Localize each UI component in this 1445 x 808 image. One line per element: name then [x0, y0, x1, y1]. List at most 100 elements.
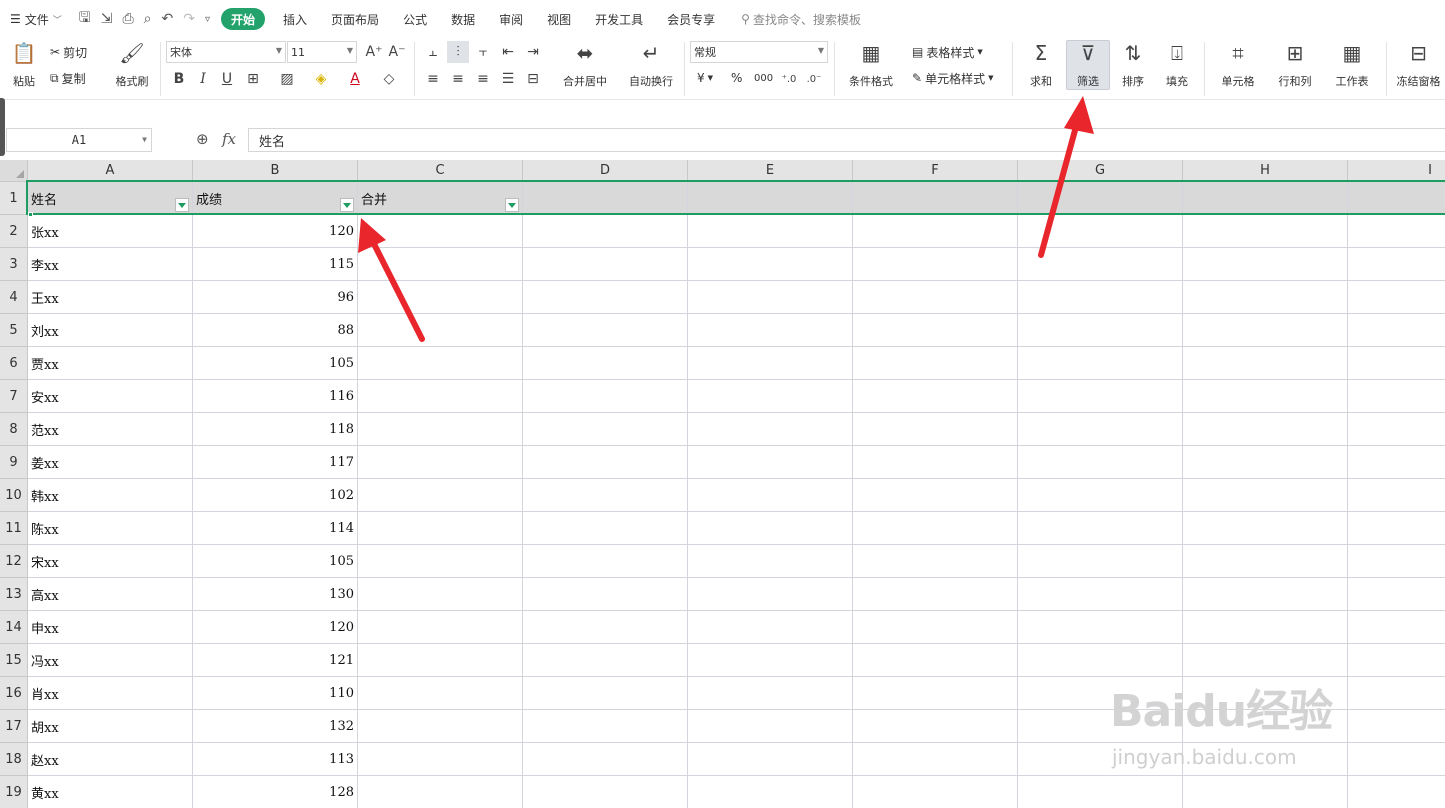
tab-6[interactable]: 视图 [535, 0, 583, 38]
tab-5[interactable]: 审阅 [487, 0, 535, 38]
header-cell[interactable] [1348, 182, 1445, 215]
table-cell[interactable] [1018, 578, 1183, 611]
table-cell[interactable] [1348, 644, 1445, 677]
tab-8[interactable]: 会员专享 [655, 0, 727, 38]
row-header[interactable]: 11 [0, 512, 28, 545]
bold-icon[interactable]: B [168, 68, 190, 90]
align-right-icon[interactable]: ≡ [472, 68, 494, 90]
table-cell[interactable]: 安xx [28, 380, 193, 413]
table-cell[interactable] [358, 611, 523, 644]
table-cell[interactable] [1183, 215, 1348, 248]
header-cell[interactable] [688, 182, 853, 215]
table-cell[interactable]: 肖xx [28, 677, 193, 710]
align-bottom-icon[interactable]: ⫟ [472, 41, 494, 63]
row-header[interactable]: 2 [0, 215, 28, 248]
copy-button[interactable]: ⧉ 复制 [50, 68, 86, 88]
font-name-select[interactable]: 宋体 ▼ [166, 41, 286, 63]
table-cell[interactable] [1018, 248, 1183, 281]
table-cell[interactable] [1018, 611, 1183, 644]
table-cell[interactable] [853, 380, 1018, 413]
table-cell[interactable] [523, 281, 688, 314]
align-left-icon[interactable]: ≡ [422, 68, 444, 90]
cell-style-button[interactable]: ✎ 单元格样式 ▼ [912, 68, 993, 88]
table-cell[interactable] [523, 776, 688, 808]
row-header[interactable]: 12 [0, 545, 28, 578]
table-cell[interactable] [688, 512, 853, 545]
table-cell[interactable] [358, 380, 523, 413]
table-cell[interactable]: 冯xx [28, 644, 193, 677]
table-cell[interactable] [853, 776, 1018, 808]
table-cell[interactable] [688, 215, 853, 248]
table-cell[interactable]: 高xx [28, 578, 193, 611]
align-center-icon[interactable]: ≡ [447, 68, 469, 90]
table-cell[interactable] [1348, 248, 1445, 281]
command-search[interactable]: ⚲ 查找命令、搜索模板 [727, 0, 873, 38]
row-header[interactable]: 4 [0, 281, 28, 314]
table-cell[interactable] [853, 545, 1018, 578]
table-cell[interactable] [688, 380, 853, 413]
table-cell[interactable] [358, 446, 523, 479]
table-cell[interactable]: 132 [193, 710, 358, 743]
table-cell[interactable] [688, 347, 853, 380]
fill-button[interactable]: ⍗ 填充 [1156, 40, 1198, 89]
table-cell[interactable]: 黄xx [28, 776, 193, 808]
column-header-E[interactable]: E [688, 160, 853, 182]
table-cell[interactable] [1018, 710, 1183, 743]
table-cell[interactable]: 范xx [28, 413, 193, 446]
table-cell[interactable] [1183, 314, 1348, 347]
cut-button[interactable]: ✂ 剪切 [50, 42, 87, 62]
table-cell[interactable] [853, 644, 1018, 677]
table-cell[interactable] [523, 380, 688, 413]
table-cell[interactable] [523, 644, 688, 677]
filter-dropdown-button[interactable] [340, 198, 354, 212]
row-header[interactable]: 6 [0, 347, 28, 380]
column-header-G[interactable]: G [1018, 160, 1183, 182]
format-painter-button[interactable]: 🖌 格式刷 [112, 40, 152, 89]
table-cell[interactable] [853, 677, 1018, 710]
table-cell[interactable] [853, 578, 1018, 611]
table-cell[interactable] [1183, 578, 1348, 611]
tab-0[interactable]: 开始 [221, 8, 266, 30]
align-middle-icon[interactable]: ⫶ [447, 41, 469, 63]
table-cell[interactable] [1183, 743, 1348, 776]
percent-button[interactable]: % [731, 68, 742, 88]
header-cell[interactable] [1183, 182, 1348, 215]
table-cell[interactable] [1018, 314, 1183, 347]
column-header-C[interactable]: C [358, 160, 523, 182]
table-cell[interactable] [523, 248, 688, 281]
table-cell[interactable] [358, 314, 523, 347]
column-header-H[interactable]: H [1183, 160, 1348, 182]
table-cell[interactable] [1183, 380, 1348, 413]
font-color-icon[interactable]: A [344, 68, 366, 90]
redo-icon[interactable]: ↷ [178, 0, 200, 38]
table-cell[interactable]: 128 [193, 776, 358, 808]
table-cell[interactable] [523, 578, 688, 611]
increase-font-icon[interactable]: A⁺ [363, 41, 385, 63]
table-cell[interactable] [358, 347, 523, 380]
table-cell[interactable] [853, 611, 1018, 644]
table-cell[interactable] [853, 512, 1018, 545]
table-cell[interactable]: 刘xx [28, 314, 193, 347]
row-header[interactable]: 16 [0, 677, 28, 710]
table-cell[interactable] [358, 281, 523, 314]
tab-2[interactable]: 页面布局 [319, 0, 391, 38]
underline-icon[interactable]: U [216, 68, 238, 90]
table-cell[interactable] [1183, 347, 1348, 380]
distribute-icon[interactable]: ⊟ [522, 68, 544, 90]
table-cell[interactable]: 115 [193, 248, 358, 281]
table-cell[interactable]: 120 [193, 215, 358, 248]
table-cell[interactable] [1183, 413, 1348, 446]
table-cell[interactable] [688, 446, 853, 479]
table-cell[interactable] [1183, 776, 1348, 808]
decrease-font-icon[interactable]: A⁻ [386, 41, 408, 63]
table-cell[interactable] [1183, 446, 1348, 479]
export-icon[interactable]: ⇲ [96, 0, 118, 38]
table-cell[interactable] [358, 248, 523, 281]
row-header[interactable]: 17 [0, 710, 28, 743]
row-header[interactable]: 18 [0, 743, 28, 776]
table-cell[interactable]: 116 [193, 380, 358, 413]
table-cell[interactable] [358, 545, 523, 578]
table-cell[interactable] [523, 545, 688, 578]
filter-button[interactable]: ⊽ 筛选 [1066, 40, 1110, 89]
wrap-text-button[interactable]: ↵ 自动换行 [622, 40, 680, 89]
